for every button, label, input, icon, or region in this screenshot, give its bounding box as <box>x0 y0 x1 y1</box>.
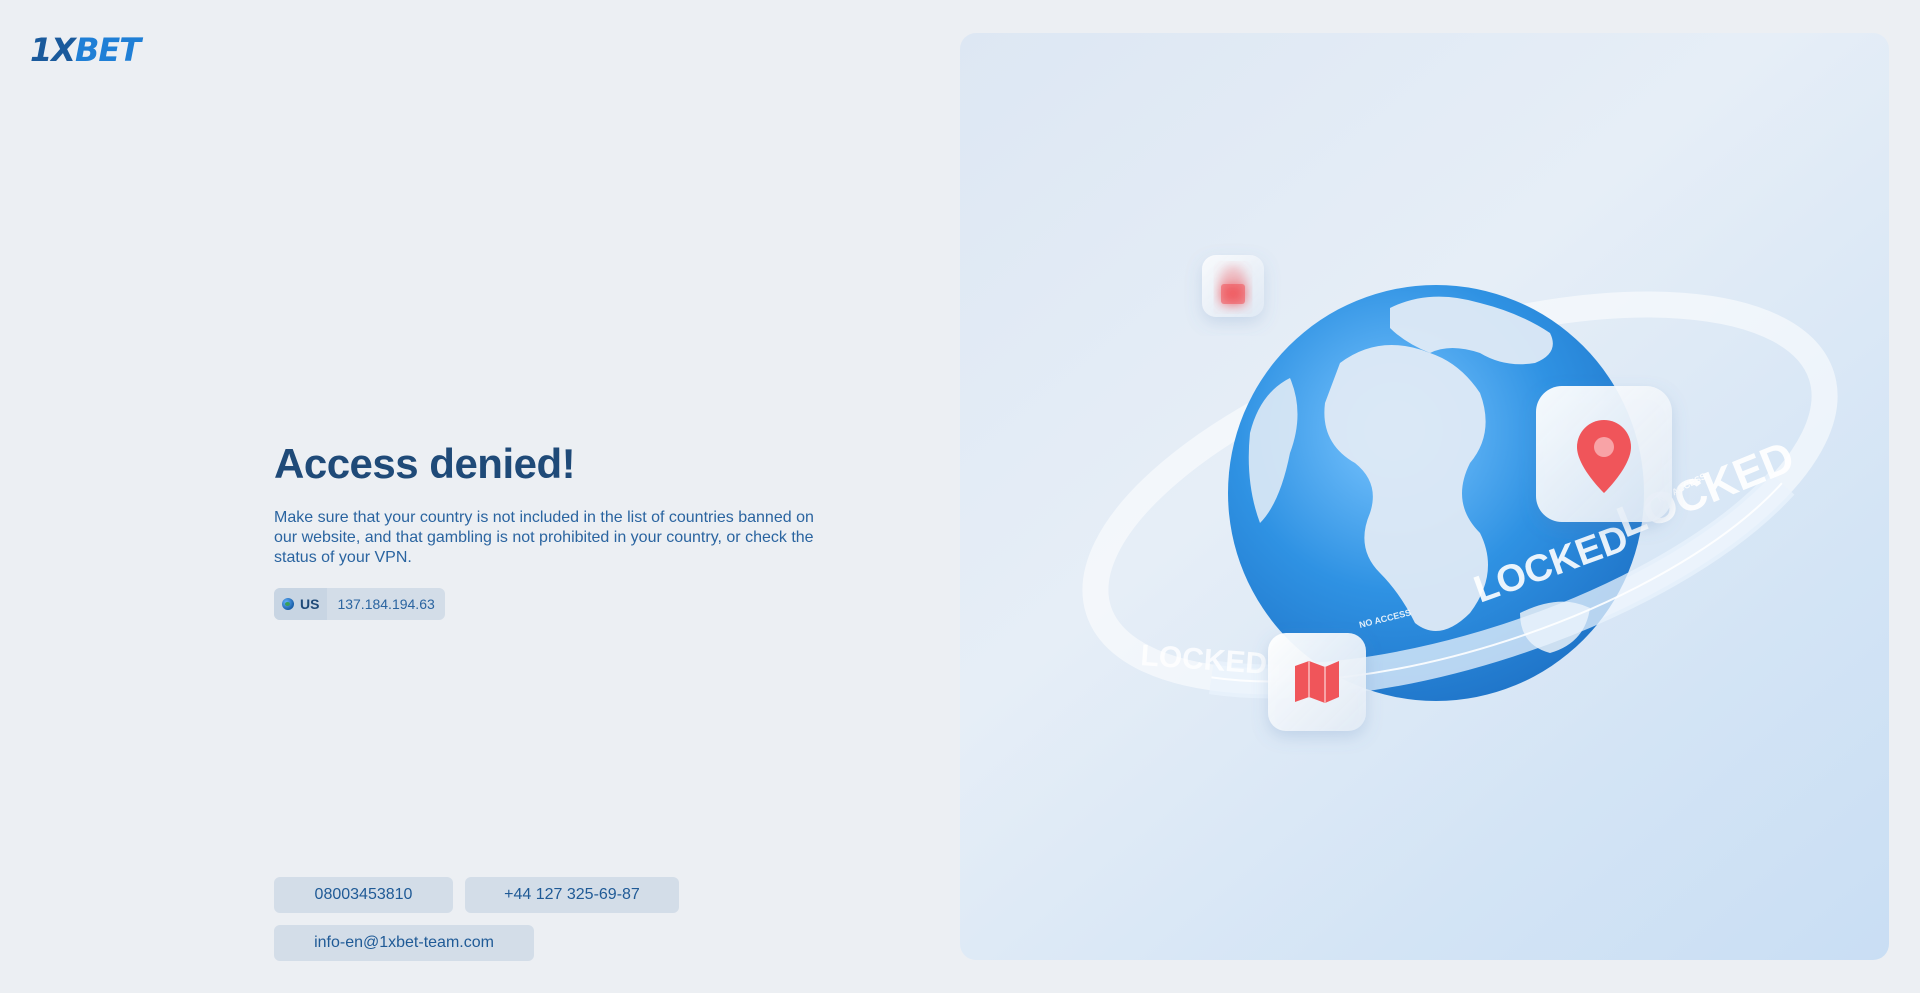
brand-logo[interactable]: 1XBET <box>30 31 141 69</box>
locked-globe-illustration: LOCKED LOCKED LOCKED NO ACCESS NO ACCESS <box>960 33 1889 960</box>
country-badge: US <box>274 588 328 620</box>
phone-button-2[interactable]: +44 127 325-69-87 <box>465 877 679 913</box>
lock-icon-sharp <box>1221 284 1245 304</box>
globe-icon <box>282 598 294 610</box>
geo-badge: US 137.184.194.63 <box>274 588 445 620</box>
logo-part-1: 1X <box>30 31 76 69</box>
pin-tile <box>1536 386 1672 522</box>
email-button[interactable]: info-en@1xbet-team.com <box>274 925 534 961</box>
map-icon <box>1295 661 1339 703</box>
phone-button-1[interactable]: 08003453810 <box>274 877 453 913</box>
illustration-svg: LOCKED LOCKED LOCKED NO ACCESS NO ACCESS <box>1078 255 1842 731</box>
ip-address: 137.184.194.63 <box>337 596 435 612</box>
map-tile <box>1268 633 1366 731</box>
lock-tile <box>1202 255 1264 317</box>
contacts-block: 08003453810 +44 127 325-69-87 info-en@1x… <box>274 877 679 973</box>
logo-part-2: BET <box>74 31 141 69</box>
access-denied-panel: Access denied! Make sure that your count… <box>274 440 834 620</box>
page-title: Access denied! <box>274 440 576 487</box>
access-denied-description: Make sure that your country is not inclu… <box>274 509 814 566</box>
country-code: US <box>300 596 320 612</box>
